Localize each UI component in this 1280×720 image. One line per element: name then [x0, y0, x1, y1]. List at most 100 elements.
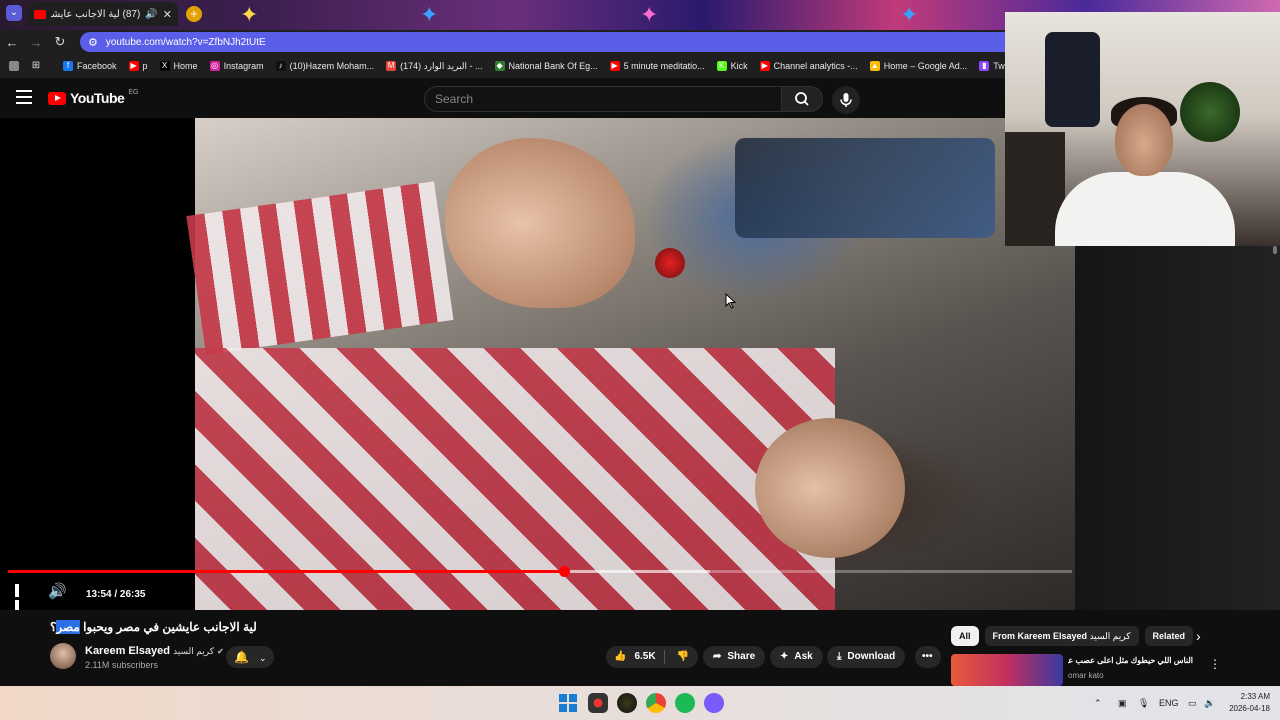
- speaker-icon[interactable]: 🔊: [145, 9, 157, 20]
- seek-bar-played: [8, 570, 565, 573]
- menu-hamburger-icon[interactable]: [16, 90, 32, 108]
- omnibox[interactable]: ⚙ youtube.com/watch?v=ZfbNJh2tUtE: [80, 32, 1005, 52]
- bookmark-favicon-icon: ♪: [275, 61, 286, 71]
- microphone-icon[interactable]: 🎙: [1138, 686, 1149, 720]
- discord-icon[interactable]: [704, 693, 724, 713]
- youtube-favicon-icon: [34, 9, 46, 19]
- chrome-icon[interactable]: [646, 693, 666, 713]
- chip-from-channel-label[interactable]: From Kareem Elsayed: [993, 631, 1088, 641]
- frame-hand: [755, 418, 905, 558]
- microphone-icon: [840, 93, 852, 107]
- volume-button[interactable]: 🔊: [48, 584, 67, 600]
- time-display: 13:54 / 26:35: [86, 589, 146, 600]
- bookmark-item[interactable]: ▲ Home – Google Ad...: [865, 61, 973, 71]
- channel-name-en[interactable]: Kareem Elsayed: [85, 645, 170, 657]
- webcam-overlay: [1005, 12, 1280, 246]
- voice-search-button[interactable]: [832, 86, 860, 114]
- bookmark-item[interactable]: ▶ Channel analytics -...: [755, 61, 863, 71]
- channel-name-ar[interactable]: كريم السيد: [173, 646, 214, 656]
- download-button[interactable]: ⤓ Download: [827, 646, 906, 668]
- more-actions-button[interactable]: •••: [915, 646, 941, 668]
- apps-grid-icon[interactable]: ⊞: [26, 61, 46, 71]
- thumbs-down-icon: 👎: [676, 651, 690, 662]
- page-scrollbar[interactable]: [1273, 246, 1277, 254]
- bookmark-item[interactable]: X Home: [155, 61, 203, 71]
- app-icon[interactable]: [617, 693, 637, 713]
- webcam-person: [1055, 172, 1235, 246]
- bookmark-item[interactable]: ▮Twitch: [974, 61, 1005, 71]
- recommended-video-menu-icon[interactable]: ⋮: [1209, 657, 1221, 671]
- seek-bar[interactable]: [8, 566, 1072, 577]
- bookmark-favicon-icon: ▶: [609, 61, 620, 71]
- chip-all[interactable]: All: [951, 626, 979, 646]
- bookmark-item[interactable]: M (174) البريد الوارد - ...: [381, 61, 487, 72]
- wallpaper-star-icon: ✦: [420, 2, 439, 27]
- bookmark-item[interactable]: ♪ (10)Hazem Moham...: [271, 61, 380, 71]
- bookmark-item[interactable]: ▶ p: [124, 61, 153, 71]
- chip-from-channel[interactable]: From Kareem Elsayed كريم السيد: [984, 626, 1139, 646]
- url-text[interactable]: youtube.com/watch?v=ZfbNJh2tUtE: [106, 37, 266, 48]
- new-tab-button[interactable]: +: [186, 6, 202, 22]
- tray-app-icon[interactable]: ▣: [1118, 686, 1127, 720]
- browser-tab-youtube[interactable]: (87) لية الاجانب عايشين في م 🔊 ✕: [28, 2, 178, 26]
- forward-arrow-icon[interactable]: →: [24, 35, 48, 50]
- bookmark-label: p: [142, 61, 148, 71]
- bookmark-item[interactable]: f Facebook: [58, 61, 122, 71]
- recommended-video-thumbnail[interactable]: [951, 654, 1063, 686]
- bookmark-item[interactable]: ◆ National Bank Of Eg...: [490, 61, 603, 71]
- youtube-logo[interactable]: YouTube EG: [48, 88, 139, 106]
- search-button[interactable]: [781, 86, 823, 112]
- close-tab-icon[interactable]: ✕: [163, 8, 172, 21]
- country-code: EG: [128, 88, 139, 96]
- frame-hazard-button: [655, 248, 685, 278]
- back-arrow-icon[interactable]: ←: [0, 35, 24, 50]
- related-chips: All From Kareem Elsayed كريم السيد Relat…: [951, 626, 1194, 646]
- reload-icon[interactable]: ↻: [48, 34, 72, 50]
- taskbar-clock[interactable]: 2:33 AM 2026-04-18: [1222, 691, 1270, 715]
- wallpaper-star-icon: ✦: [900, 2, 919, 27]
- channel-name[interactable]: Kareem Elsayed كريم السيد ✔: [85, 645, 224, 657]
- video-player[interactable]: 🔊 13:54 / 26:35 CC ⚙ ⛶: [0, 118, 1075, 610]
- download-label: Download: [847, 651, 896, 662]
- volume-icon[interactable]: 🔉: [1204, 686, 1215, 720]
- site-info-icon[interactable]: ⚙: [88, 36, 98, 49]
- bookmark-favicon-icon: ▶: [759, 61, 770, 71]
- sidebar-toggle-icon[interactable]: [4, 61, 24, 71]
- share-button[interactable]: ➦ Share: [703, 646, 766, 668]
- bookmark-favicon-icon: ▲: [869, 61, 880, 71]
- bookmark-label: 5 minute meditatio...: [623, 61, 705, 71]
- bookmark-label: National Bank Of Eg...: [508, 61, 598, 71]
- chevron-right-icon[interactable]: ›: [1196, 628, 1201, 644]
- channel-avatar[interactable]: [50, 643, 76, 669]
- like-divider: [663, 650, 665, 664]
- bookmark-item[interactable]: ▶ 5 minute meditatio...: [605, 61, 710, 71]
- language-indicator[interactable]: ENG: [1159, 686, 1179, 720]
- ask-button[interactable]: ✦ Ask: [770, 646, 823, 668]
- like-button[interactable]: 👍 6.5K: [606, 646, 656, 668]
- bookmark-label: Kick: [730, 61, 748, 71]
- bookmark-item[interactable]: K Kick: [712, 61, 753, 71]
- windows-start-icon[interactable]: [558, 693, 578, 713]
- mouse-cursor-icon: [725, 293, 737, 309]
- search-input[interactable]: Search: [424, 86, 782, 112]
- network-icon[interactable]: ▭: [1188, 686, 1197, 720]
- recommended-video-title[interactable]: الناس اللي حيطوك مثل اعلى عصب عظك: [1068, 656, 1193, 665]
- video-frame[interactable]: [186, 118, 1075, 610]
- bookmark-item[interactable]: ◎ Instagram: [205, 61, 269, 71]
- like-dislike-group: 👍 6.5K 👎: [606, 646, 698, 668]
- spotify-icon[interactable]: [675, 693, 695, 713]
- chip-related[interactable]: Related: [1144, 626, 1194, 646]
- recommended-video-channel[interactable]: omar kato: [1068, 671, 1104, 680]
- app-icon[interactable]: [588, 693, 608, 713]
- tab-search-menu-icon[interactable]: ⌄: [6, 5, 22, 21]
- bookmark-label: Home – Google Ad...: [883, 61, 968, 71]
- bookmark-label: Facebook: [77, 61, 117, 71]
- bookmark-label: Home: [173, 61, 198, 71]
- bookmark-favicon-icon: ◎: [209, 61, 220, 71]
- dislike-button[interactable]: 👎: [677, 646, 689, 668]
- watch-metadata: لية الاجانب عايشين في مصر ويحبوا مصر؟ Ka…: [0, 610, 1280, 686]
- subscribed-bell-button[interactable]: 🔔 ⌄: [226, 646, 274, 668]
- chip-from-channel-label-ar[interactable]: كريم السيد: [1090, 631, 1131, 641]
- pause-button[interactable]: [15, 584, 27, 610]
- tray-overflow-icon[interactable]: ⌃: [1094, 686, 1102, 720]
